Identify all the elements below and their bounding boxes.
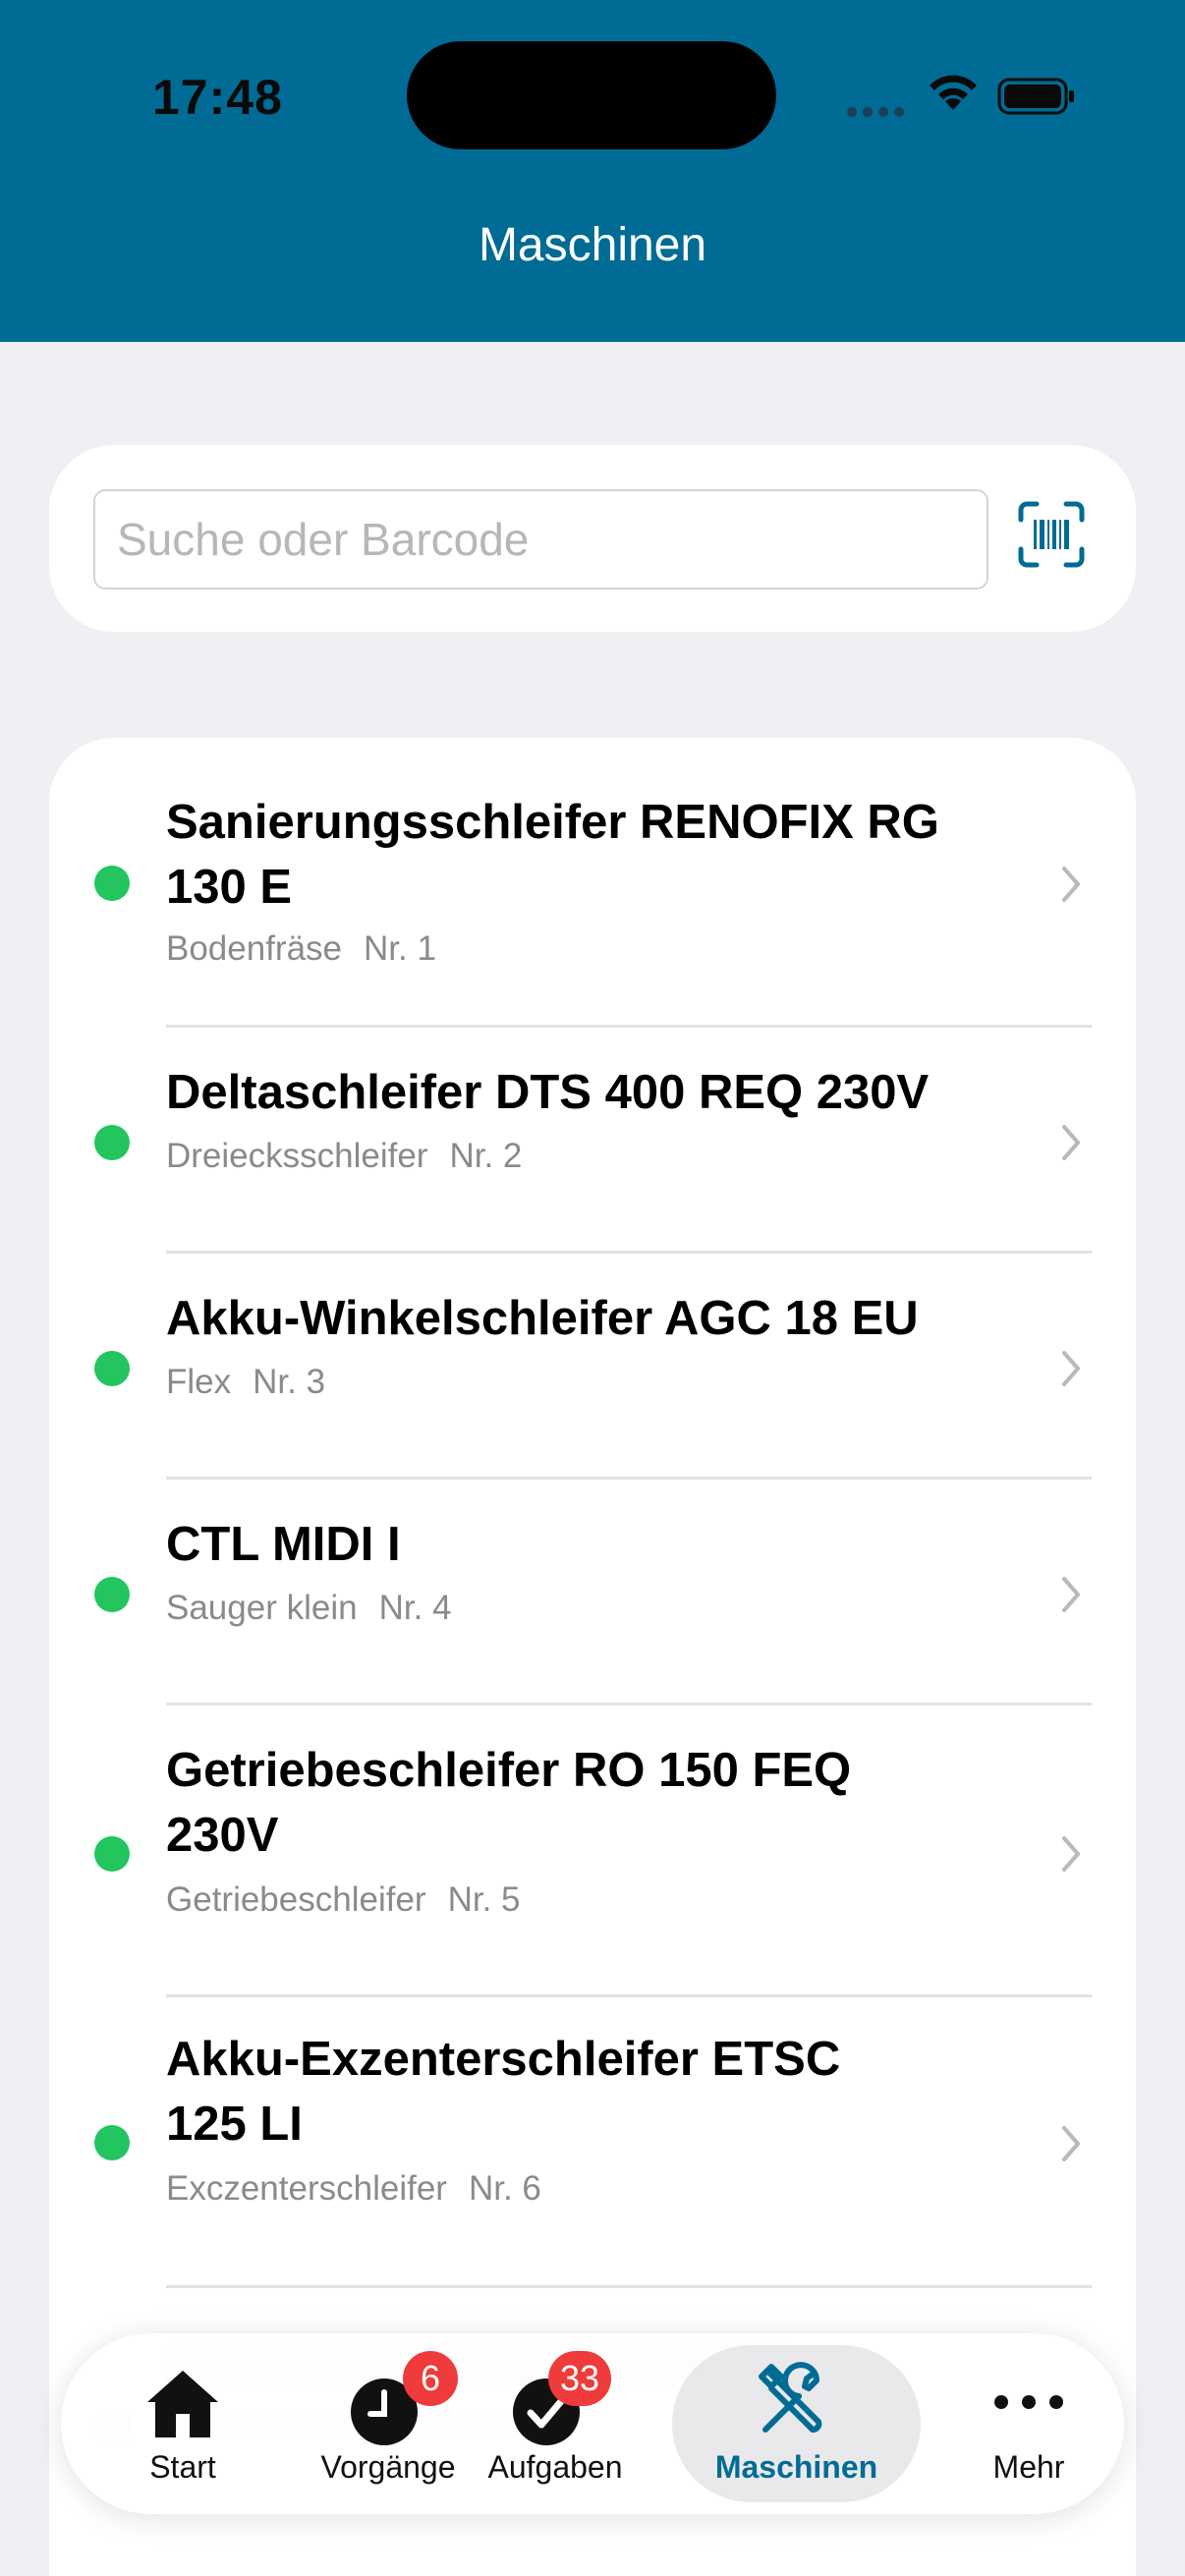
notification-badge: 33 [548, 2351, 612, 2406]
tab-mehr[interactable]: Mehr [945, 2333, 1112, 2514]
machine-list-item[interactable]: Deltaschleifer DTS 400 REQ 230V Dreiecks… [49, 1028, 1136, 1251]
wifi-icon [930, 75, 977, 110]
machine-subtitle: Flex Nr. 3 [166, 1363, 326, 1401]
status-dot [94, 2125, 130, 2160]
chevron-right-icon [1062, 867, 1080, 902]
machine-title: Akku-Exzenterschleifer ETSC 125 LI [166, 2033, 841, 2151]
machine-title: Getriebeschleifer RO 150 FEQ 230V [166, 1744, 852, 1862]
status-time: 17:48 [152, 70, 283, 125]
status-dot [94, 866, 130, 901]
machine-list-item[interactable]: Akku-Exzenterschleifer ETSC 125 LI Exczen… [49, 1997, 1136, 2285]
machine-list-item[interactable]: Sanierungsschleifer RENOFIX RG 130 E Bode… [49, 738, 1136, 1025]
machine-title: Deltaschleifer DTS 400 REQ 230V [166, 1066, 930, 1119]
tab-maschinen[interactable]: Maschinen [672, 2333, 921, 2514]
machine-subtitle: Bodenfräse Nr. 1 [166, 929, 436, 968]
chevron-right-icon [1062, 1836, 1080, 1872]
tab-start[interactable]: Start [61, 2333, 305, 2514]
machine-list-item[interactable]: Akku-Winkelschleifer AGC 18 EU Flex Nr. 3 [49, 1254, 1136, 1477]
tab-label: Mehr [992, 2449, 1065, 2485]
machine-title: Sanierungsschleifer RENOFIX RG 130 E [166, 796, 939, 914]
tools-icon [759, 2362, 822, 2433]
chevron-right-icon [1062, 1351, 1080, 1386]
tab-vorgaenge[interactable]: 6 Vorgänge [305, 2333, 472, 2514]
navigation-header: 17:48 Maschinen [0, 0, 1185, 342]
status-dot [94, 1577, 130, 1612]
notification-badge: 6 [403, 2351, 458, 2406]
dynamic-island [407, 41, 776, 149]
status-dot [94, 1836, 130, 1872]
machine-title: Akku-Winkelschleifer AGC 18 EU [166, 1292, 919, 1345]
search-card [49, 445, 1136, 632]
tab-label: Maschinen [714, 2449, 878, 2485]
machine-list-item[interactable]: CTL MIDI I Sauger klein Nr. 4 [49, 1480, 1136, 1703]
machine-title: CTL MIDI I [166, 1518, 401, 1571]
chevron-right-icon [1062, 1577, 1080, 1612]
tab-label: Aufgaben [487, 2449, 623, 2485]
machine-list: Sanierungsschleifer RENOFIX RG 130 E Bode… [49, 738, 1136, 2576]
search-input[interactable] [93, 489, 988, 589]
status-dot [94, 1351, 130, 1386]
machine-list-item[interactable]: Getriebeschleifer RO 150 FEQ 230V Getrieb… [49, 1706, 1136, 1994]
barcode-scan-icon[interactable] [1017, 500, 1086, 569]
status-dot [94, 1125, 130, 1160]
machine-subtitle: Getriebeschleifer Nr. 5 [166, 1880, 521, 1919]
tab-aufgaben[interactable]: 33 Aufgaben [472, 2333, 639, 2514]
list-separator [166, 2285, 1092, 2288]
page-title: Maschinen [478, 219, 707, 271]
house-icon [147, 2371, 218, 2437]
chevron-right-icon [1062, 1125, 1080, 1160]
machine-subtitle: Sauger klein Nr. 4 [166, 1589, 452, 1627]
tab-label: Start [149, 2449, 216, 2485]
status-icons [845, 71, 1081, 120]
tab-label: Vorgänge [320, 2449, 456, 2485]
machine-subtitle: Dreiecksschleifer Nr. 2 [166, 1137, 523, 1175]
cellular-signal-icon [847, 104, 910, 122]
tab-bar: Start 6 Vorgänge 33 Aufgaben Maschinen M… [61, 2333, 1124, 2514]
more-icon [994, 2395, 1063, 2409]
machine-subtitle: Exczenterschleifer Nr. 6 [166, 2169, 541, 2208]
chevron-right-icon [1062, 2126, 1080, 2161]
battery-icon [997, 78, 1074, 115]
